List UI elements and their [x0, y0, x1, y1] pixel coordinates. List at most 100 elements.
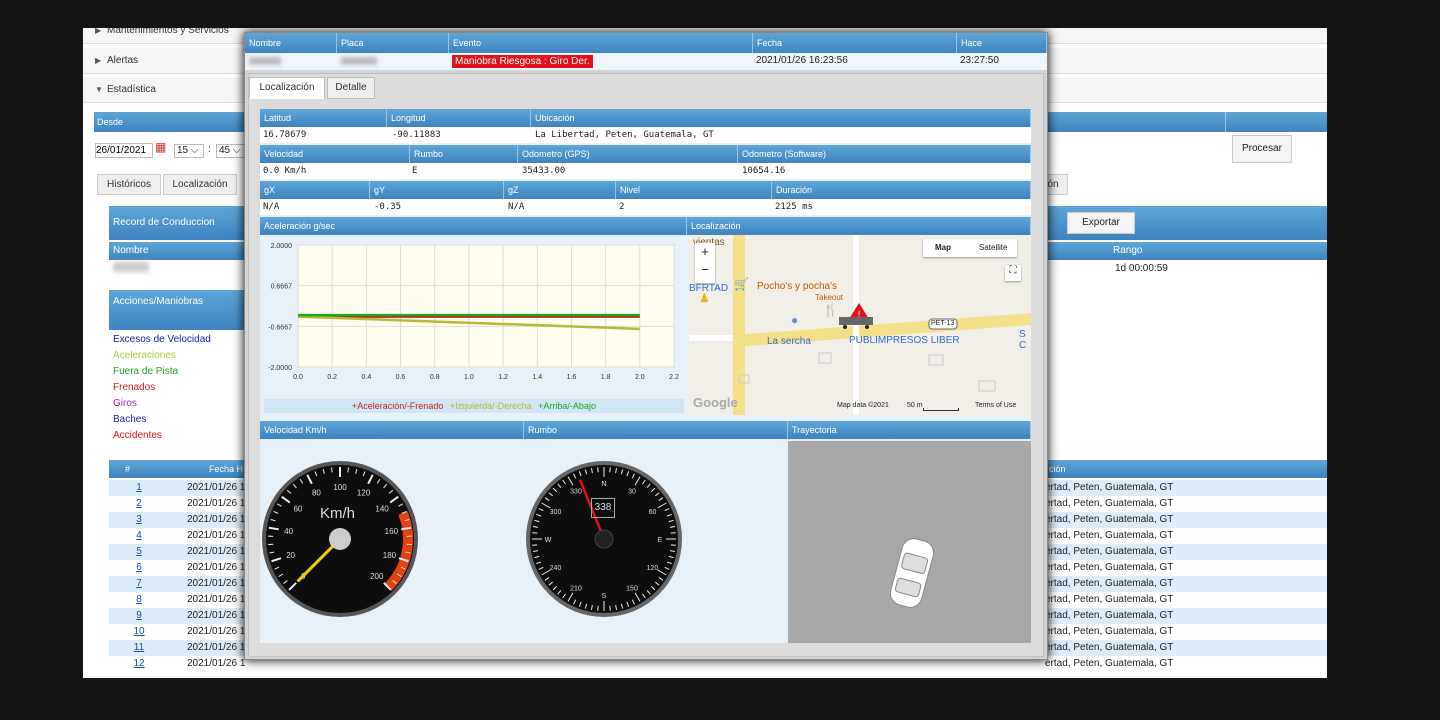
y-tick-label: 2.0000	[271, 243, 293, 250]
latitud-value: 16.78679	[263, 130, 307, 140]
satellite-button[interactable]: Satellite	[979, 239, 1007, 257]
zoom-out-button[interactable]: −	[695, 261, 715, 279]
row-link[interactable]: 9	[109, 608, 169, 624]
row-location: ertad, Peten, Guatemala, GT	[1045, 610, 1174, 621]
row-link[interactable]: 1	[109, 480, 169, 496]
hdr-hace: Hace	[957, 33, 1047, 53]
speedo-tick-label: 80	[312, 489, 321, 498]
vehicle-alert-icon[interactable]: !	[839, 303, 879, 329]
pegman-icon[interactable]: ♟	[699, 291, 710, 305]
acel-h: Aceleración g/sec	[260, 217, 687, 235]
rango-value: 1d 00:00:59	[1115, 263, 1168, 274]
row-fecha: 2021/01/26 1	[187, 482, 246, 493]
map-label-publimpresos: PUBLIMPRESOS LIBER	[849, 335, 960, 346]
row-link[interactable]: 4	[109, 528, 169, 544]
velocidad-sec-h: Velocidad Km/h	[260, 421, 524, 439]
tab-historicos[interactable]: Históricos	[97, 174, 161, 195]
row-link[interactable]: 2	[109, 496, 169, 512]
row-location: ertad, Peten, Guatemala, GT	[1045, 546, 1174, 557]
row-fecha: 2021/01/26 1	[187, 626, 246, 637]
row-location: ertad, Peten, Guatemala, GT	[1045, 498, 1174, 509]
map-label-pochos: Pocho's y pocha's	[757, 281, 837, 292]
map-label-c: C	[1019, 340, 1027, 351]
hour-select[interactable]: 15 ⌵	[174, 144, 204, 158]
map-scale: 50 m	[907, 402, 923, 409]
row4-header: Aceleración g/sec Localización	[260, 217, 1031, 235]
col-loc: ción	[1049, 464, 1066, 474]
legend-arriba: +Arriba/-Abajo	[538, 401, 596, 411]
row-link[interactable]: 8	[109, 592, 169, 608]
calendar-icon[interactable]: ▦	[155, 140, 166, 154]
row-link[interactable]: 6	[109, 560, 169, 576]
gx-value: N/A	[263, 202, 280, 212]
date-input[interactable]	[95, 143, 153, 158]
evento-badge: Maniobra Riesgosa : Giro Der.	[452, 55, 593, 68]
x-tick-label: 1.0	[464, 374, 474, 381]
compass-label: S	[602, 593, 607, 600]
hdr-placa: Placa	[337, 33, 449, 53]
odo-sw-value: 10654.16	[742, 166, 786, 176]
compass-label: 120	[647, 565, 659, 572]
fullscreen-icon[interactable]: ⛶	[1005, 265, 1021, 281]
loc-h: Localización	[687, 217, 1031, 235]
speedo-tick-label: 60	[293, 504, 302, 513]
row-link[interactable]: 7	[109, 576, 169, 592]
velocidad-h: Velocidad	[260, 145, 410, 163]
zoom-in-button[interactable]: +	[695, 243, 715, 261]
ubicacion-h: Ubicación	[531, 109, 1031, 127]
minute-select[interactable]: 45 ⌵	[216, 144, 246, 158]
row5-header: Velocidad Km/h Rumbo Trayectoria	[260, 421, 1031, 439]
x-tick-label: 0.2	[327, 374, 337, 381]
compass-label: 30	[628, 489, 636, 496]
x-tick-label: 1.4	[532, 374, 542, 381]
map-attrib: Map data ©2021	[837, 402, 889, 409]
map-panel[interactable]: vientas BFRTAD + − Map Satellite ⛶ 🛒 ♟ P…	[689, 235, 1031, 415]
row-location: ertad, Peten, Guatemala, GT	[1045, 530, 1174, 541]
row2-header: Velocidad Rumbo Odometro (GPS) Odometro …	[260, 145, 1031, 163]
row-fecha: 2021/01/26 1	[187, 498, 246, 509]
fecha-value: 2021/01/26 16:23:56	[756, 55, 848, 66]
row1-header: Latitud Longitud Ubicación	[260, 109, 1031, 127]
x-tick-label: 0.6	[396, 374, 406, 381]
row-link[interactable]: 12	[109, 656, 169, 672]
row-link[interactable]: 11	[109, 640, 169, 656]
row-link[interactable]: 5	[109, 544, 169, 560]
nivel-h: Nivel	[616, 181, 772, 199]
map-terms[interactable]: Terms of Use	[975, 402, 1016, 409]
map-button[interactable]: Map	[935, 239, 951, 257]
compass-value: 338	[591, 498, 615, 518]
modal-tab-detalle[interactable]: Detalle	[327, 77, 375, 99]
ubicacion-value: La Libertad, Peten, Guatemala, GT	[535, 130, 714, 140]
compass-label: 300	[550, 509, 562, 516]
x-tick-label: 1.2	[498, 374, 508, 381]
speedo-tick	[347, 467, 349, 473]
plot-area	[297, 244, 675, 368]
x-tick-label: 1.8	[601, 374, 611, 381]
desde-label: Desde	[97, 117, 124, 127]
exportar-button[interactable]: Exportar	[1067, 212, 1135, 234]
speedo-tick	[331, 467, 333, 473]
speedo-tick-label: 200	[370, 572, 384, 581]
latitud-h: Latitud	[260, 109, 387, 127]
odo-gps-h: Odometro (GPS)	[518, 145, 738, 163]
modal-tab-localizacion[interactable]: Localización	[249, 77, 325, 99]
y-tick-label: -0.6667	[268, 324, 292, 331]
nivel-value: 2	[619, 202, 625, 212]
row-location: ertad, Peten, Guatemala, GT	[1045, 562, 1174, 573]
speedo-hub	[329, 528, 351, 550]
col-rango: Rango	[1113, 245, 1143, 256]
row-fecha: 2021/01/26 1	[187, 642, 246, 653]
accion-item: Accidentes	[113, 430, 162, 441]
tab-localizacion[interactable]: Localización	[163, 174, 237, 195]
shop-icon: 🛒	[734, 277, 749, 291]
row-link[interactable]: 10	[109, 624, 169, 640]
row-link[interactable]: 3	[109, 512, 169, 528]
x-tick-label: 2.0	[635, 374, 645, 381]
row-fecha: 2021/01/26 1	[187, 530, 246, 541]
speedo-tick-label: 180	[383, 551, 397, 560]
map-type-toggle: Map Satellite	[923, 239, 1017, 257]
event-detail-modal: Nombre Placa Evento Fecha Hace Maniobra …	[244, 32, 1048, 660]
rumbo-h: Rumbo	[410, 145, 518, 163]
gy-h: gY	[370, 181, 504, 199]
procesar-button[interactable]: Procesar	[1232, 135, 1292, 163]
